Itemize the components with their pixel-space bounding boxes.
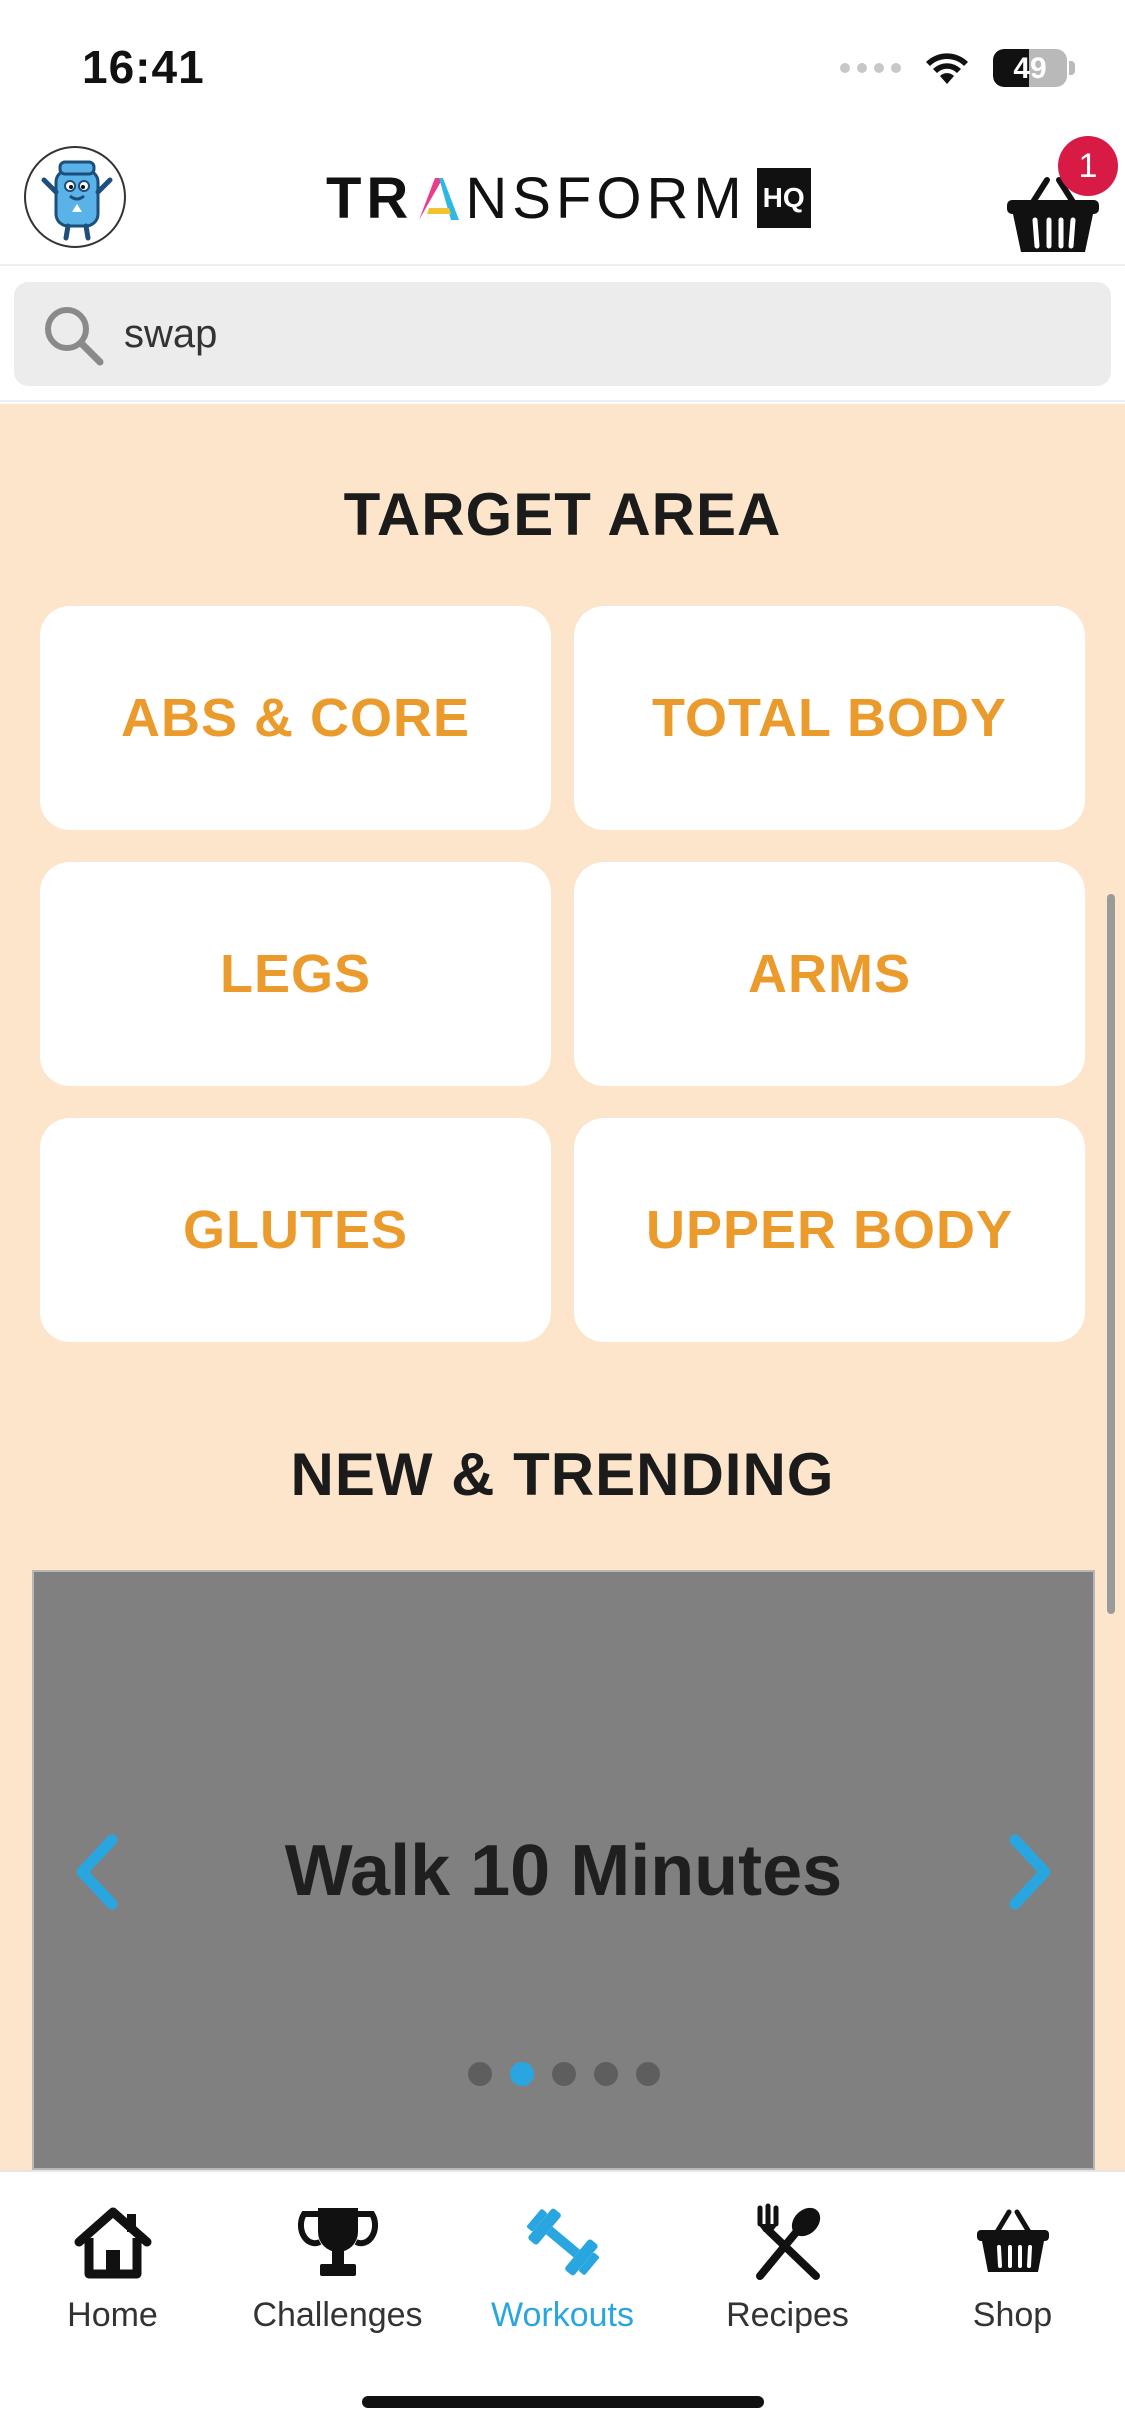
cart-count-badge: 1 xyxy=(1058,136,1118,196)
tab-recipes[interactable]: Recipes xyxy=(675,2202,900,2352)
carousel-dot[interactable] xyxy=(593,2062,618,2086)
cellular-signal-icon xyxy=(840,63,901,73)
status-bar: 16:41 49 xyxy=(0,0,1125,130)
logo-hq-badge: HQ xyxy=(756,168,811,228)
carousel-dot[interactable] xyxy=(467,2062,492,2086)
carousel-dot[interactable] xyxy=(635,2062,660,2086)
basket-icon xyxy=(976,2209,1049,2272)
status-time: 16:41 xyxy=(82,41,205,93)
search-bar xyxy=(0,268,1125,402)
battery-level: 49 xyxy=(1013,52,1047,85)
tab-shop-label: Shop xyxy=(972,2296,1053,2334)
carousel-pagination xyxy=(34,2062,1093,2086)
tab-challenges[interactable]: Challenges xyxy=(225,2202,450,2352)
workouts-content[interactable]: TARGET AREA ABS & CORE TOTAL BODY LEGS A… xyxy=(0,404,1125,2170)
transform-hq-logo[interactable]: TR NSFORM HQ xyxy=(326,165,811,231)
logo-a-mark xyxy=(419,177,460,220)
search-input[interactable] xyxy=(124,304,1084,364)
carousel-slide-title[interactable]: Walk 10 Minutes xyxy=(34,1830,1093,1912)
wifi-icon xyxy=(926,53,968,84)
tab-home-label: Home xyxy=(67,2296,158,2334)
carousel-dot-active[interactable] xyxy=(509,2062,534,2086)
target-area-legs[interactable]: LEGS xyxy=(40,862,551,1086)
target-area-glutes[interactable]: GLUTES xyxy=(40,1118,551,1342)
target-area-title: TARGET AREA xyxy=(343,481,782,548)
tab-workouts-label: Workouts xyxy=(491,2296,634,2334)
fork-spoon-icon xyxy=(755,2203,820,2280)
target-area-upper-body[interactable]: UPPER BODY xyxy=(574,1118,1085,1342)
target-area-grid: ABS & CORE TOTAL BODY LEGS ARMS GLUTES U… xyxy=(40,606,1085,1342)
tab-workouts[interactable]: Workouts xyxy=(450,2202,675,2352)
app-header: TR NSFORM HQ xyxy=(0,130,1125,266)
tab-challenges-label: Challenges xyxy=(252,2296,423,2334)
target-area-arms[interactable]: ARMS xyxy=(574,862,1085,1086)
tab-home[interactable]: Home xyxy=(0,2202,225,2352)
home-indicator[interactable] xyxy=(362,2396,764,2408)
new-trending-title: NEW & TRENDING xyxy=(290,1441,835,1508)
search-icon xyxy=(45,307,104,366)
carousel-dot[interactable] xyxy=(551,2062,576,2086)
mascot-avatar-icon[interactable] xyxy=(24,146,126,248)
dumbbell-icon xyxy=(526,2208,599,2276)
home-icon xyxy=(74,2207,151,2279)
search-box[interactable] xyxy=(14,282,1111,386)
tab-shop[interactable]: Shop xyxy=(900,2202,1125,2352)
trending-carousel[interactable]: Walk 10 Minutes xyxy=(32,1570,1095,2170)
battery-icon: 49 xyxy=(993,49,1067,87)
scrollbar[interactable] xyxy=(1107,894,1115,1614)
trophy-icon xyxy=(297,2208,378,2276)
target-area-abs-core[interactable]: ABS & CORE xyxy=(40,606,551,830)
chevron-right-icon[interactable] xyxy=(999,1832,1059,1912)
status-icons: 49 xyxy=(840,46,1075,90)
logo-wordmark: TR NSFORM xyxy=(326,165,747,231)
tab-recipes-label: Recipes xyxy=(726,2296,849,2334)
target-area-total-body[interactable]: TOTAL BODY xyxy=(574,606,1085,830)
